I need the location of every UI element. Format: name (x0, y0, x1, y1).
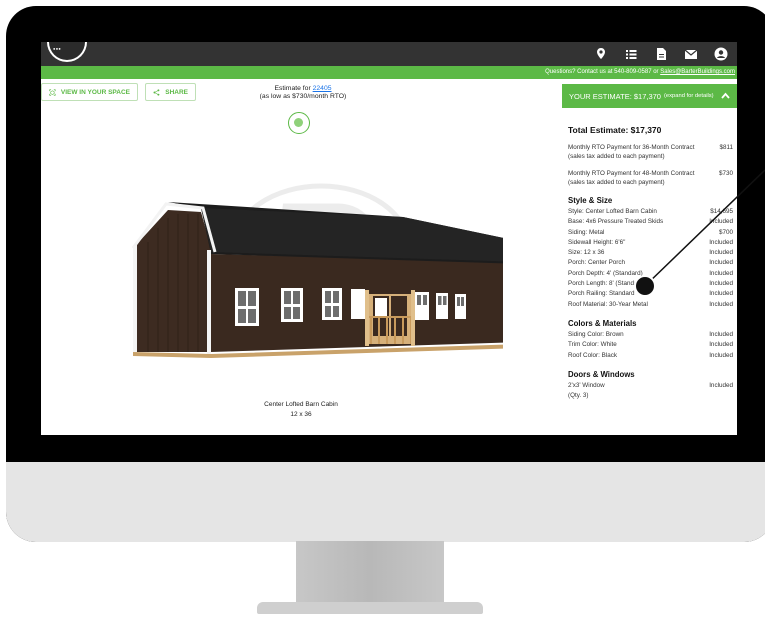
line-item-label: Siding Color: Brown (568, 330, 624, 338)
payment-value-48: $730 (718, 170, 733, 177)
line-item: Siding Color: Brown Included (568, 330, 733, 340)
line-item-value: $700 (718, 228, 733, 236)
ar-cube-icon (49, 88, 56, 96)
model-name: Center Lofted Barn Cabin (264, 401, 338, 408)
line-item-value: Included (709, 351, 733, 359)
payment-value-36: $811 (719, 144, 733, 151)
estimate-details: Total Estimate: $17,370 Monthly RTO Paym… (568, 125, 733, 401)
estimate-panel: YOUR ESTIMATE: $17,370 (expand for detai… (562, 79, 737, 435)
logo-mark: ●●● (53, 46, 62, 51)
payment-row-48: Monthly RTO Payment for 48-Month Contrac… (568, 170, 733, 187)
account-icon[interactable] (713, 46, 729, 62)
mail-icon[interactable] (683, 46, 699, 62)
line-item-value: Included (709, 249, 733, 257)
line-item-label: Base: 4x6 Pressure Treated Skids (568, 218, 664, 226)
line-item-value: Included (709, 341, 733, 349)
callout-marker (634, 275, 656, 297)
model-size: 12 x 36 (290, 411, 312, 418)
rotate-3d-icon[interactable] (288, 112, 310, 134)
line-item-label: Style: Center Lofted Barn Cabin (568, 208, 657, 215)
line-item: Style: Center Lofted Barn Cabin $14,695 (568, 207, 733, 217)
estimate-header-total: YOUR ESTIMATE: $17,370 (569, 91, 661, 101)
payment-label-48: Monthly RTO Payment for 48-Month Contrac… (568, 170, 695, 186)
line-item-value: Included (709, 290, 733, 298)
contact-text: Questions? Contact us at 540-809-0587 or (545, 69, 661, 75)
cabin-3d-model[interactable] (103, 192, 503, 362)
total-estimate: Total Estimate: $17,370 (568, 125, 662, 135)
line-item-value: Included (709, 280, 733, 288)
line-item: Sidewall Height: 6'6" Included (568, 238, 733, 248)
section-colors-materials: Colors & Materials (568, 318, 637, 328)
share-label: SHARE (165, 88, 188, 96)
line-item-value: Included (709, 300, 733, 308)
estimate-expand-hint: (expand for details) (663, 93, 714, 99)
line-item-value: Included (709, 218, 733, 226)
monitor-chin (6, 462, 765, 542)
share-icon (153, 88, 160, 96)
list-icon[interactable] (623, 46, 639, 62)
line-item-label: (Qty. 3) (568, 392, 589, 400)
logo[interactable]: ●●● (47, 42, 87, 62)
model-caption: Center Lofted Barn Cabin 12 x 36 (221, 400, 381, 420)
view-in-your-space-button[interactable]: VIEW IN YOUR SPACE (41, 83, 138, 101)
line-item-label: Porch: Center Porch (568, 259, 626, 267)
rto-line: (as low as $730/month RTO) (259, 93, 347, 100)
line-item-label: Siding: Metal (568, 228, 605, 236)
line-item: Roof Color: Black Included (568, 351, 733, 361)
line-item-value: Included (709, 259, 733, 267)
line-item-value: Included (709, 330, 733, 338)
screen: ●●● Questions? Contact us at 540-809-058… (41, 42, 737, 435)
line-item-label: Roof Material: 30-Year Metal (568, 300, 648, 308)
nav-icons (593, 46, 729, 62)
view-in-your-space-label: VIEW IN YOUR SPACE (60, 88, 130, 96)
payment-label-36: Monthly RTO Payment for 36-Month Contrac… (568, 144, 695, 160)
line-item-label: 2'x3' Window (568, 381, 605, 389)
chevron-up-icon[interactable] (721, 92, 730, 99)
line-item-value: Included (709, 269, 733, 277)
line-item: Porch: Center Porch Included (568, 258, 733, 268)
line-item: Base: 4x6 Pressure Treated Skids Included (568, 217, 733, 227)
contact-email-link[interactable]: Sales@BarterBuildings.com (660, 69, 735, 75)
line-item: Roof Material: 30-Year Metal Included (568, 300, 733, 310)
estimate-header[interactable]: YOUR ESTIMATE: $17,370 (expand for detai… (562, 84, 737, 108)
section-style-size: Style & Size (568, 196, 613, 205)
section-doors-windows: Doors & Windows (568, 369, 635, 379)
location-pin-icon[interactable] (593, 46, 609, 62)
share-button[interactable]: SHARE (145, 83, 196, 101)
line-item: Trim Color: White Included (568, 340, 733, 350)
monitor-stand-base (257, 602, 483, 614)
line-item-label: Trim Color: White (568, 341, 617, 349)
contact-bar: Questions? Contact us at 540-809-0587 or… (41, 66, 737, 79)
line-item: 2'x3' Window Included (568, 381, 733, 391)
line-item-label: Sidewall Height: 6'6" (568, 238, 626, 246)
line-item: (Qty. 3) (568, 391, 733, 401)
line-item-label: Porch Depth: 4' (Standard) (568, 269, 643, 277)
document-icon[interactable] (653, 46, 669, 62)
monitor-stand (296, 541, 444, 609)
estimate-location: Estimate for 22405 (as low as $730/month… (233, 85, 373, 101)
line-item-label: Size: 12 x 36 (568, 249, 605, 257)
top-navigation-bar: ●●● (41, 42, 737, 66)
estimate-prefix: Estimate for (274, 85, 313, 92)
line-item-value: Included (709, 238, 733, 246)
line-item: Size: 12 x 36 Included (568, 248, 733, 258)
line-item-value: Included (709, 381, 733, 389)
line-item-label: Porch Railing: Standard (568, 290, 635, 298)
zip-code-link[interactable]: 22405 (313, 85, 332, 92)
payment-row-36: Monthly RTO Payment for 36-Month Contrac… (568, 144, 733, 161)
line-item: Siding: Metal $700 (568, 228, 733, 238)
line-item-label: Roof Color: Black (568, 351, 617, 359)
line-item-value: $14,695 (710, 208, 733, 215)
rotate-3d-icon-inner (294, 118, 303, 127)
